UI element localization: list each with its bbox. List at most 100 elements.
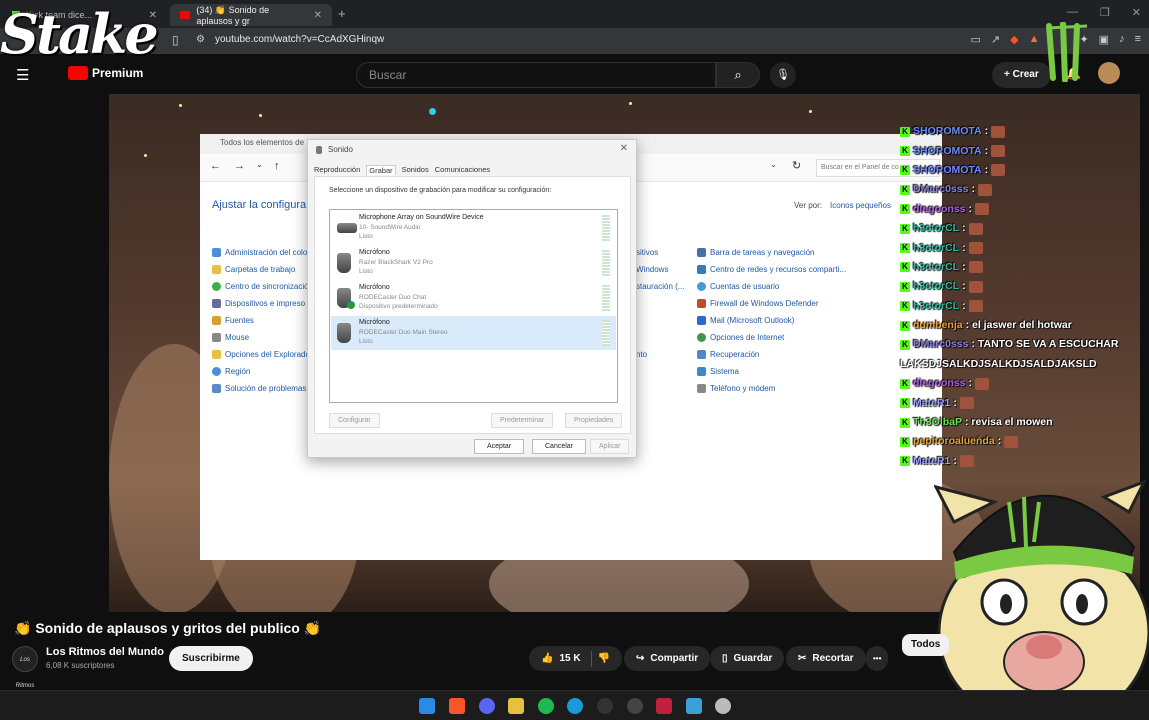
apply-button[interactable]: Aplicar <box>590 439 630 454</box>
search-icon[interactable]: ⌕ <box>716 62 760 88</box>
close-tab-icon[interactable]: ✕ <box>314 10 322 21</box>
streaming-app-icon[interactable] <box>656 698 672 714</box>
channel-name[interactable]: Los Ritmos del Mundo <box>46 646 164 658</box>
mouse-settings-icon[interactable] <box>715 698 731 714</box>
app-icon[interactable] <box>627 698 643 714</box>
like-count: 15 K <box>559 653 581 664</box>
maximize-icon[interactable]: ❐ <box>1100 6 1110 19</box>
monster-logo-icon <box>1046 22 1088 82</box>
cp-item[interactable]: Cuentas de usuario <box>697 278 846 295</box>
cancel-button[interactable]: Cancelar <box>532 439 587 454</box>
up-icon[interactable]: ↑ <box>274 160 280 172</box>
chevron-down-icon[interactable]: ⌄ <box>770 160 777 169</box>
url-field[interactable]: youtube.com/watch?v=CcAdXGHinqw <box>215 34 384 45</box>
tab-communications[interactable]: Comunicaciones <box>435 165 490 175</box>
set-default-button[interactable]: Predeterminar <box>491 413 554 428</box>
avatar[interactable] <box>1098 62 1120 84</box>
cp-item[interactable]: stauración (... <box>636 278 684 295</box>
cp-item[interactable]: Opciones de Internet <box>697 329 846 346</box>
menu-icon[interactable]: ≡ <box>1135 33 1141 46</box>
configure-button[interactable]: Configurar <box>329 413 380 428</box>
cp-item[interactable]: sitivos <box>636 244 684 261</box>
list-item[interactable]: Micrófono RODECaster Duo Chat Dispositiv… <box>331 281 616 315</box>
cp-item[interactable]: Centro de sincronizació <box>212 278 310 295</box>
chat-username: Th3OlbaP <box>913 416 963 429</box>
create-label: Crear <box>1012 69 1039 80</box>
microphone-icon <box>337 323 351 343</box>
cp-item[interactable]: Centro de redes y recursos comparti... <box>697 261 846 278</box>
browser-tab-active[interactable]: (34) 👏 Sonido de aplausos y gr ✕ <box>170 4 332 26</box>
brave-shield-icon[interactable]: ◆ <box>1010 33 1018 46</box>
thumbs-down-icon[interactable]: 👎 <box>598 646 610 671</box>
refresh-icon[interactable]: ↻ <box>792 159 801 172</box>
search-input[interactable]: Buscar <box>356 62 716 88</box>
ok-button[interactable]: Aceptar <box>474 439 525 454</box>
youtube-premium-logo[interactable]: Premium <box>68 66 143 80</box>
cp-item[interactable]: Región <box>212 363 310 380</box>
cp-item[interactable]: Barra de tareas y navegación <box>697 244 846 261</box>
forward-icon[interactable]: → <box>234 160 245 172</box>
clip-button[interactable]: ✂ Recortar <box>786 646 866 671</box>
cp-item[interactable]: Administración del colo <box>212 244 310 261</box>
filter-chip-all[interactable]: Todos <box>902 634 950 656</box>
control-panel-icon[interactable] <box>686 698 702 714</box>
channel-avatar[interactable]: Los Ritmos <box>12 646 38 689</box>
spotify-icon[interactable] <box>538 698 554 714</box>
obs-icon[interactable] <box>597 698 613 714</box>
site-info-icon[interactable]: ⚙ <box>196 34 205 45</box>
cp-item[interactable]: Sistema <box>697 363 846 380</box>
share-button[interactable]: ↪ Compartir <box>624 646 711 671</box>
cp-item[interactable]: nto <box>636 346 684 363</box>
cp-item[interactable]: Solución de problemas <box>212 380 310 397</box>
new-tab-icon[interactable]: + <box>338 6 346 21</box>
recording-device-list: Microphone Array on SoundWire Device 10-… <box>329 209 618 403</box>
discord-icon[interactable] <box>479 698 495 714</box>
share-icon[interactable]: ↗ <box>991 33 1000 46</box>
cp-item[interactable]: Fuentes <box>212 312 310 329</box>
file-explorer-icon[interactable] <box>508 698 524 714</box>
cp-item[interactable]: Carpetas de trabajo <box>212 261 310 278</box>
list-item-selected[interactable]: Micrófono RODECaster Duo Main Stereo Lis… <box>331 316 616 350</box>
history-dropdown-icon[interactable]: ⌄ <box>256 160 263 169</box>
cp-item[interactable]: Dispositivos e impreso <box>212 295 310 312</box>
more-actions-button[interactable]: ••• <box>866 646 889 671</box>
screenshot-icon[interactable]: ▣ <box>1099 33 1109 46</box>
brave-rewards-icon[interactable]: ▲ <box>1029 33 1040 46</box>
tab-playback[interactable]: Reproducción <box>314 165 360 175</box>
windows-start-icon[interactable] <box>419 698 435 714</box>
hamburger-menu-icon[interactable]: ☰ <box>16 66 29 84</box>
brave-browser-icon[interactable] <box>449 698 465 714</box>
save-button[interactable]: ▯ Guardar <box>710 646 785 671</box>
properties-button[interactable]: Propiedades <box>565 413 623 428</box>
list-item[interactable]: Micrófono Razer BlackShark V2 Pro Listo <box>331 246 616 280</box>
subscribe-button[interactable]: Suscribirme <box>169 646 253 671</box>
chat-message: K MateR1: <box>900 393 1140 412</box>
minimize-icon[interactable]: — <box>1067 6 1078 19</box>
cast-icon[interactable]: ▭ <box>970 33 980 46</box>
view-mode-dropdown[interactable]: Iconos pequeños <box>830 201 891 210</box>
create-button[interactable]: + Crear <box>992 62 1051 88</box>
tab-sounds[interactable]: Sonidos <box>402 165 429 175</box>
music-icon[interactable]: ♪ <box>1119 33 1125 46</box>
edge-icon[interactable] <box>567 698 583 714</box>
close-icon[interactable]: ✕ <box>620 143 628 154</box>
back-icon[interactable]: ← <box>210 160 221 172</box>
microphone-icon[interactable]: 🎙 <box>770 62 796 88</box>
tab-recording[interactable]: Grabar <box>366 165 396 175</box>
chat-text: : <box>984 163 989 176</box>
like-button[interactable]: 👍 15 K 👎 <box>529 646 623 671</box>
cp-item[interactable]: Mouse <box>212 329 310 346</box>
cp-item[interactable]: Teléfono y módem <box>697 380 846 397</box>
device-name: Micrófono <box>359 249 390 256</box>
cp-item[interactable]: Windows <box>636 261 684 278</box>
cp-item[interactable]: Recuperación <box>697 346 846 363</box>
kick-badge-icon: K <box>900 184 910 195</box>
list-item[interactable]: Microphone Array on SoundWire Device 10-… <box>331 211 616 245</box>
device-status: Listo <box>359 233 373 240</box>
cp-item[interactable]: Opciones del Explorado <box>212 346 310 363</box>
close-window-icon[interactable]: ✕ <box>1132 6 1141 19</box>
cp-item[interactable]: Firewall de Windows Defender <box>697 295 846 312</box>
streamer-cat-avatar <box>934 479 1149 720</box>
cp-item[interactable]: Mail (Microsoft Outlook) <box>697 312 846 329</box>
bookmark-icon[interactable]: ▯ <box>172 33 179 47</box>
